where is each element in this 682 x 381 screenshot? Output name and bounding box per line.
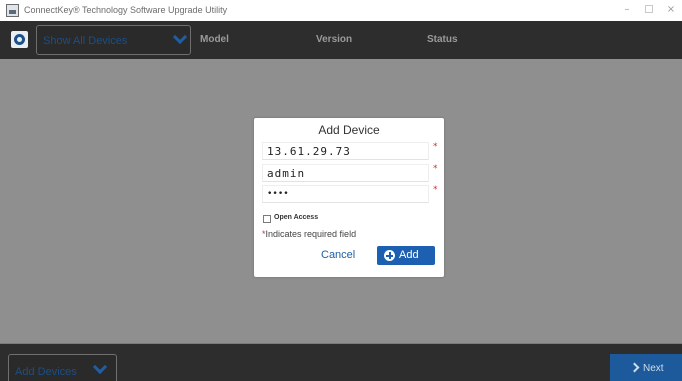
maximize-button[interactable] [638,2,660,18]
ip-address-input[interactable] [262,142,429,160]
add-button[interactable]: Add [377,246,435,265]
column-header-status[interactable]: Status [427,34,458,45]
next-button[interactable]: Next [610,354,682,381]
chevron-right-icon [629,362,640,373]
add-device-dialog: Add Device * * * Open Access *Indicates … [254,118,444,277]
gear-icon [14,34,25,45]
next-button-label: Next [643,363,664,374]
required-marker: * [433,164,438,174]
plus-circle-icon [384,250,395,261]
password-input[interactable] [262,185,429,203]
maximize-icon [645,5,653,13]
header-bar: Show All Devices Model Version Status [0,21,682,59]
required-marker: * [433,142,438,152]
required-field-note: *Indicates required field [262,229,357,239]
cancel-button[interactable]: Cancel [321,249,355,261]
app-icon [6,4,19,17]
title-bar: ConnectKey® Technology Software Upgrade … [0,0,682,21]
column-header-model[interactable]: Model [200,34,229,45]
add-devices-dropdown[interactable]: Add Devices [8,354,117,381]
settings-button[interactable] [11,31,28,48]
chevron-down-icon [172,29,188,45]
username-input[interactable] [262,164,429,182]
add-button-label: Add [399,249,419,261]
window-title: ConnectKey® Technology Software Upgrade … [24,5,228,15]
minimize-button[interactable]: – [616,2,638,18]
device-filter-label: Show All Devices [43,35,128,47]
chevron-down-icon [92,359,108,375]
open-access-label: Open Access [274,214,319,221]
add-devices-label: Add Devices [15,366,77,378]
column-header-version[interactable]: Version [316,34,352,45]
device-filter-dropdown[interactable]: Show All Devices [36,25,191,55]
open-access-checkbox[interactable] [263,215,271,223]
dialog-title: Add Device [318,123,380,137]
close-button[interactable]: × [660,2,682,18]
required-marker: * [433,185,438,195]
footer-bar: Add Devices Next [0,344,682,381]
